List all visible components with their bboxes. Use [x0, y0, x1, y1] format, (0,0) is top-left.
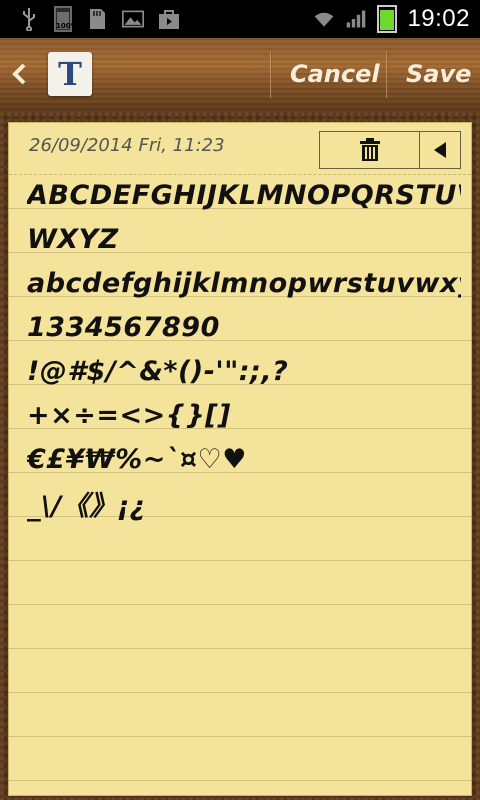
delete-button[interactable]: [320, 132, 420, 168]
cancel-button[interactable]: Cancel: [290, 60, 380, 88]
triangle-left-icon: [434, 142, 446, 158]
app-header: T Cancel Save: [0, 38, 480, 112]
save-button[interactable]: Save: [406, 60, 471, 88]
note-line: _\/《》¡¿: [27, 490, 146, 522]
note-header: 26/09/2014 Fri, 11:23: [9, 123, 471, 175]
wifi-icon: [313, 7, 335, 31]
note-line: [27, 657, 461, 701]
sd-card-icon: [86, 7, 108, 31]
note-body[interactable]: ABCDEFGHIJKLMNOPQRSTUV WXYZ abcdefghijkl…: [27, 173, 461, 789]
app-icon-letter: T: [58, 55, 82, 93]
usb-icon: [18, 7, 40, 31]
status-icons-right: 19:02: [313, 4, 470, 34]
note-line: [27, 525, 461, 569]
status-icons-left: 100%: [18, 4, 180, 34]
battery-small-label: 100%: [56, 22, 78, 30]
header-divider: [386, 52, 388, 98]
previous-button[interactable]: [420, 132, 460, 168]
battery-icon: [377, 5, 398, 33]
note-line: [27, 613, 461, 657]
note-line: abcdefghijklmnopwrstuvwxyz: [27, 267, 461, 299]
trash-icon: [359, 138, 380, 161]
back-button[interactable]: [8, 60, 36, 88]
note-date: 26/09/2014 Fri, 11:23: [29, 135, 225, 156]
font-app-icon[interactable]: T: [48, 52, 92, 96]
header-divider: [270, 52, 272, 98]
note-line: WXYZ: [27, 223, 119, 255]
clock: 19:02: [407, 5, 470, 32]
gallery-icon: [122, 7, 144, 31]
note-toolbar: [319, 131, 461, 169]
note-line: [27, 701, 461, 745]
note-line: €£¥₩%~`¤♡♥: [27, 443, 247, 475]
signal-icon: [345, 7, 367, 31]
store-icon: [158, 7, 180, 31]
note-line: ABCDEFGHIJKLMNOPQRSTUV: [27, 179, 461, 211]
note-line: 1334567890: [27, 311, 220, 343]
note-line: +×÷=<>{}[]: [27, 399, 231, 431]
status-bar: 100% 19:02: [0, 0, 480, 38]
note-line: !@#$/^&*()-'":;,?: [27, 355, 289, 387]
battery-saver-icon: 100%: [54, 6, 78, 32]
note-line: [27, 569, 461, 613]
note-paper[interactable]: 26/09/2014 Fri, 11:23 ABCDEFGHIJKLMNOPQR…: [8, 122, 472, 796]
chevron-left-icon: [12, 63, 26, 85]
note-line: [27, 745, 461, 789]
